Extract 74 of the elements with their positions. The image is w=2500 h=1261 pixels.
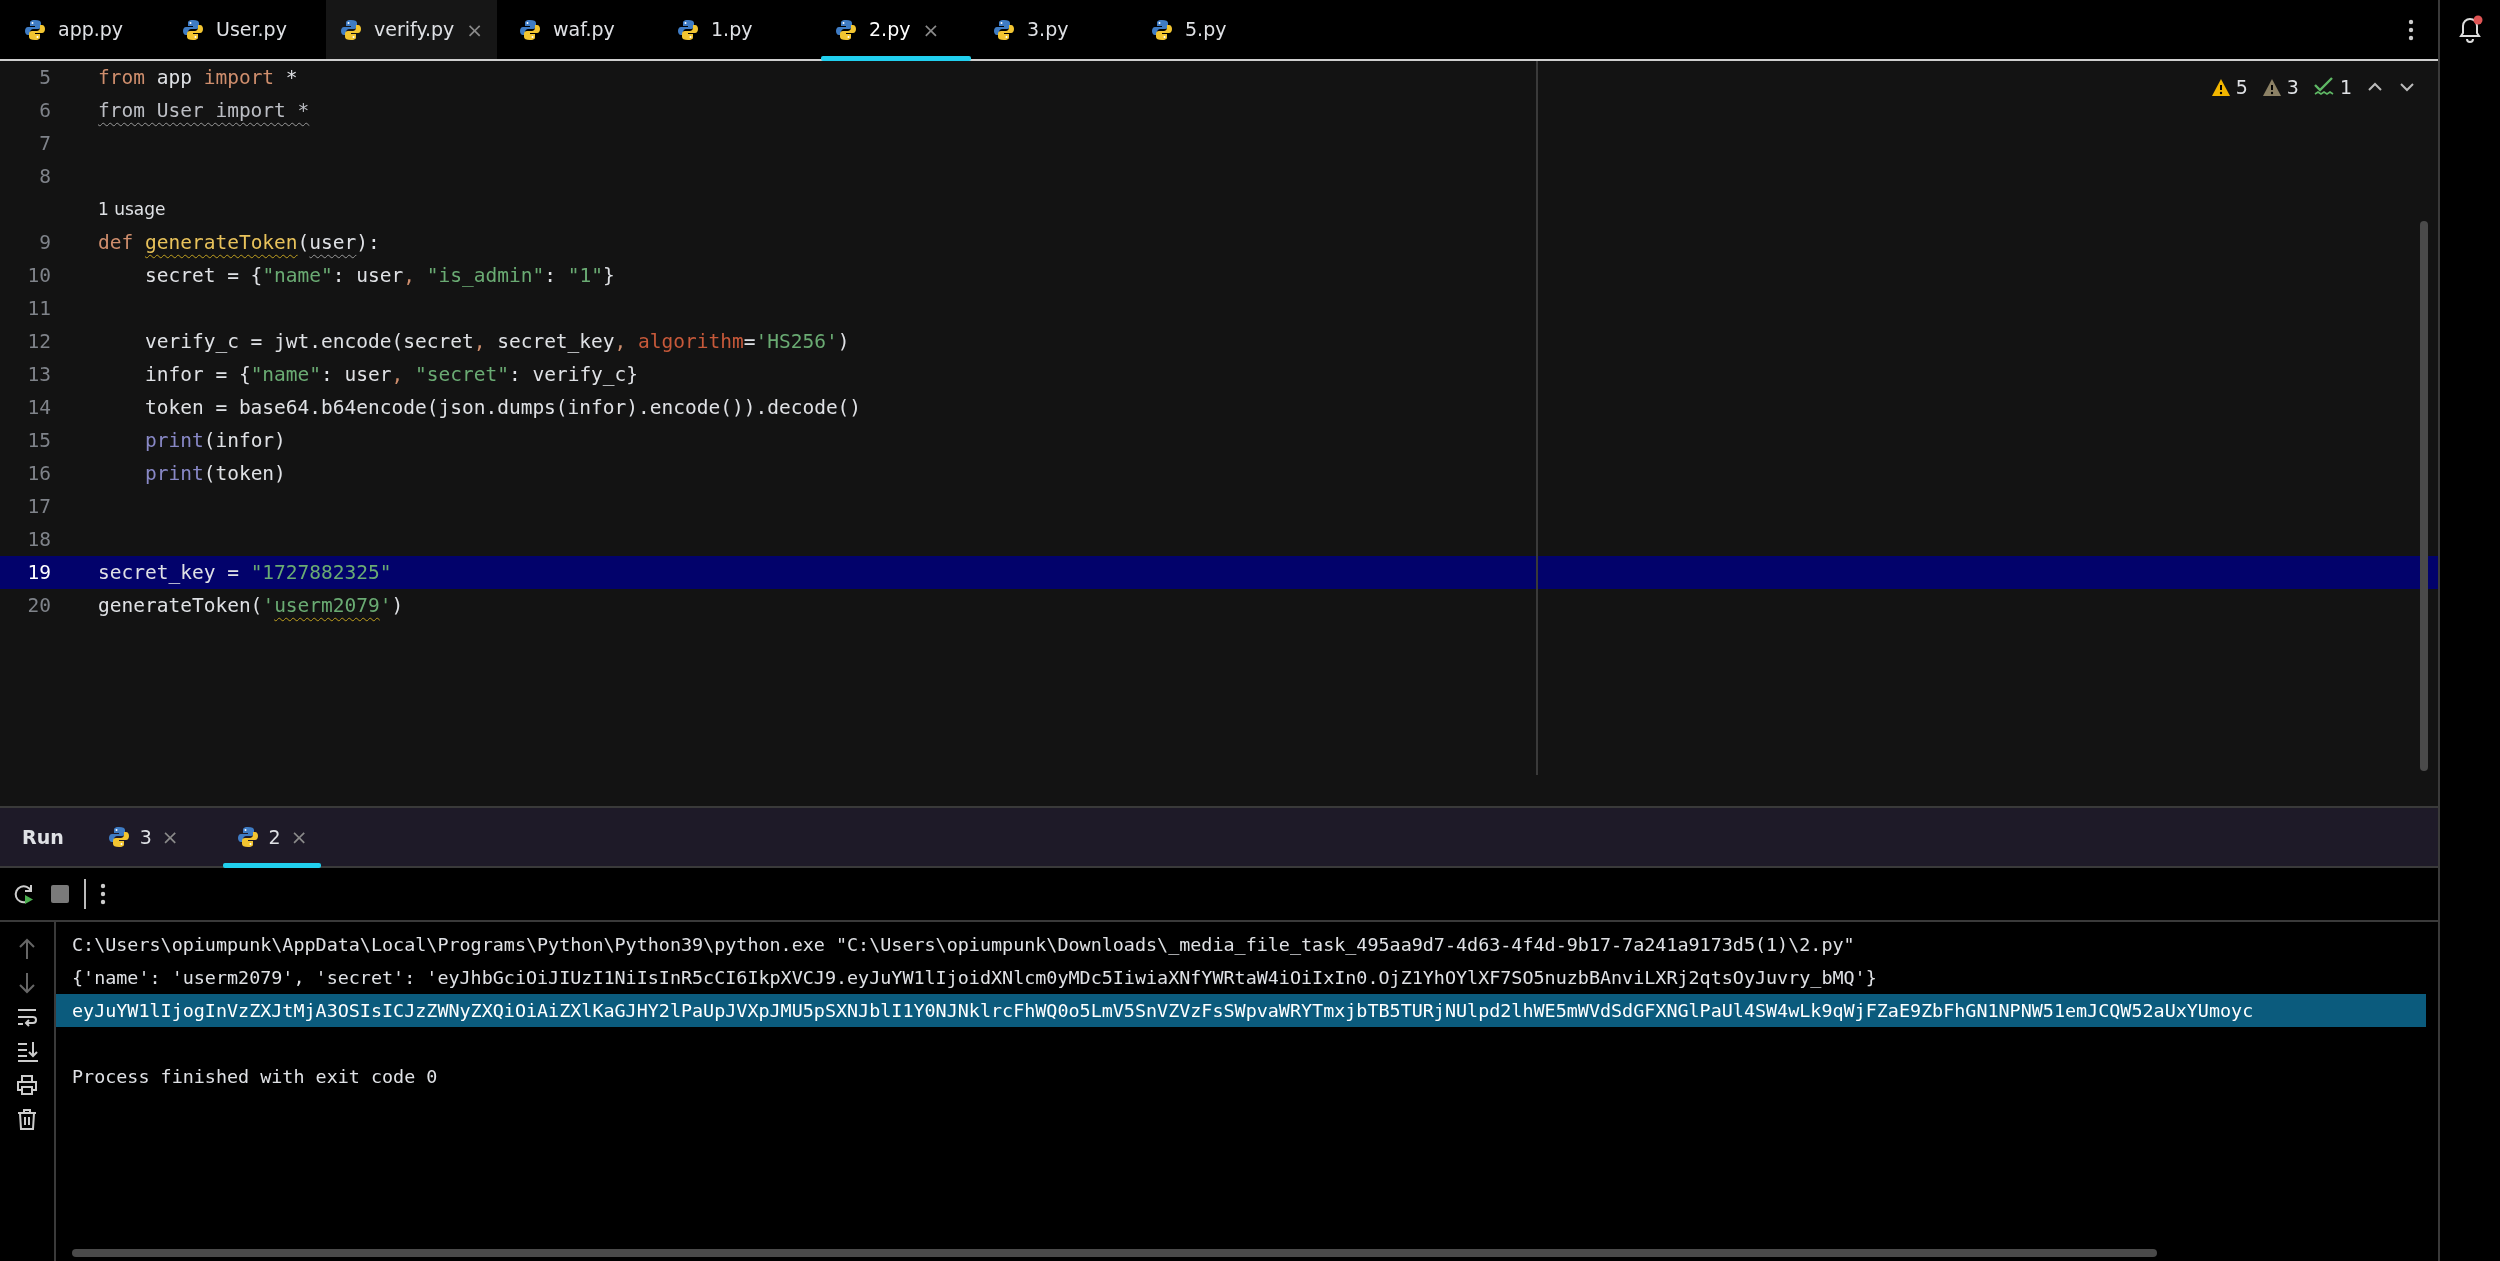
close-icon[interactable]: × (922, 14, 940, 45)
python-file-icon (107, 826, 130, 848)
more-icon[interactable] (100, 883, 106, 905)
code-line: infor = {"name": user, "secret": verify_c} (143, 361, 639, 388)
line-number: 6 (38, 97, 52, 124)
inspection-counter[interactable]: 5 (2210, 73, 2248, 102)
trash-icon[interactable] (17, 1108, 37, 1130)
line-number: 15 (26, 427, 52, 454)
line-number: 12 (26, 328, 52, 355)
scroll-to-end-icon[interactable] (16, 1040, 38, 1062)
python-file-icon (1151, 18, 1174, 41)
check-icon (2312, 77, 2335, 98)
line-number: 11 (26, 295, 52, 322)
code-line: def generateToken(user): (97, 229, 380, 256)
down-arrow-icon[interactable] (17, 972, 37, 994)
file-tab[interactable]: app.py (10, 0, 160, 59)
python-file-icon (677, 18, 700, 41)
line-number: 10 (26, 262, 52, 289)
code-line: token = base64.b64encode(json.dumps(infor).encode()).decode() (143, 394, 862, 421)
run-tab[interactable]: 2 × (222, 808, 322, 866)
file-tab[interactable]: 5.py (1137, 0, 1288, 59)
file-tab[interactable]: User.py (168, 0, 318, 59)
stop-icon[interactable] (50, 884, 70, 904)
file-tab[interactable]: verify.py × (326, 0, 498, 59)
inspection-counter[interactable]: 1 (2312, 73, 2352, 102)
close-icon[interactable]: × (161, 822, 179, 852)
python-file-icon (835, 18, 858, 41)
warning-icon (2210, 77, 2231, 97)
line-number: 7 (38, 130, 52, 157)
file-tab[interactable]: waf.py (505, 0, 656, 59)
close-icon[interactable]: × (290, 822, 308, 852)
up-arrow-icon[interactable] (17, 938, 37, 960)
warning-icon (2261, 77, 2282, 97)
line-number: 19 (26, 559, 52, 586)
code-line: from app import * (97, 64, 298, 91)
code-line: verify_c = jwt.encode(secret, secret_key, algorithm='HS256') (143, 328, 850, 355)
rerun-icon[interactable] (12, 882, 36, 906)
soft-wrap-icon[interactable] (16, 1006, 38, 1028)
scrollbar-thumb[interactable] (2420, 221, 2428, 771)
usage-hint[interactable]: 1 usage (0, 196, 166, 223)
python-file-icon (182, 18, 204, 41)
code-line: print(token) (143, 460, 286, 487)
console-output-line: C:\Users\opiumpunk\AppData\Local\Programs\Python\Python39\python.exe "C:\Users\opiumpunk\Downloads\_media_file_task_495aa9d7-4d63-4f4d-9b17-7a241a9173d5(1)\2.py" (71, 932, 1856, 957)
close-icon[interactable]: × (466, 14, 484, 45)
line-number: 17 (26, 493, 52, 520)
run-tab[interactable]: 3 × (93, 808, 193, 866)
line-number: 9 (38, 229, 52, 256)
line-number: 5 (38, 64, 52, 91)
file-tab[interactable]: 3.py (979, 0, 1130, 59)
line-number: 18 (26, 526, 52, 553)
code-line: secret = {"name": user, "is_admin": "1"} (143, 262, 615, 289)
file-tab[interactable]: 1.py (663, 0, 814, 59)
horizontal-scrollbar[interactable] (72, 1249, 2157, 1257)
code-line: secret_key = "1727882325" (97, 559, 392, 586)
python-file-icon (519, 18, 542, 41)
inspection-counter[interactable]: 3 (2261, 73, 2299, 102)
code-line: print(infor) (143, 427, 286, 454)
python-file-icon (993, 18, 1016, 41)
console-output-line: {'name': 'userm2079', 'secret': 'eyJhbGciOiJIUzI1NiIsInR5cCI6IkpXVCJ9.eyJuYW1lIjoidXNlcm0yMDc5IiwiaXNfYWRtaW4iOiIxIn0.OjZ1YhOYlXF7SO5nuzbBAnviLXRj2qtsOyJuvry_bMQ'} (71, 965, 1878, 990)
line-number: 14 (26, 394, 52, 421)
console-output-line: Process finished with exit code 0 (71, 1064, 439, 1089)
python-file-icon (340, 18, 362, 41)
line-number: 13 (26, 361, 52, 388)
print-icon[interactable] (16, 1074, 38, 1096)
panel-title: Run (22, 824, 64, 850)
python-file-icon (24, 18, 46, 41)
line-number: 16 (26, 460, 52, 487)
file-tab[interactable]: 2.py × (821, 0, 972, 59)
code-line: from User import * (97, 97, 310, 124)
python-file-icon (236, 826, 259, 848)
line-number: 8 (38, 163, 52, 190)
line-number: 20 (26, 592, 52, 619)
code-line: generateToken('userm2079') (97, 592, 404, 619)
more-icon[interactable] (2408, 18, 2414, 41)
